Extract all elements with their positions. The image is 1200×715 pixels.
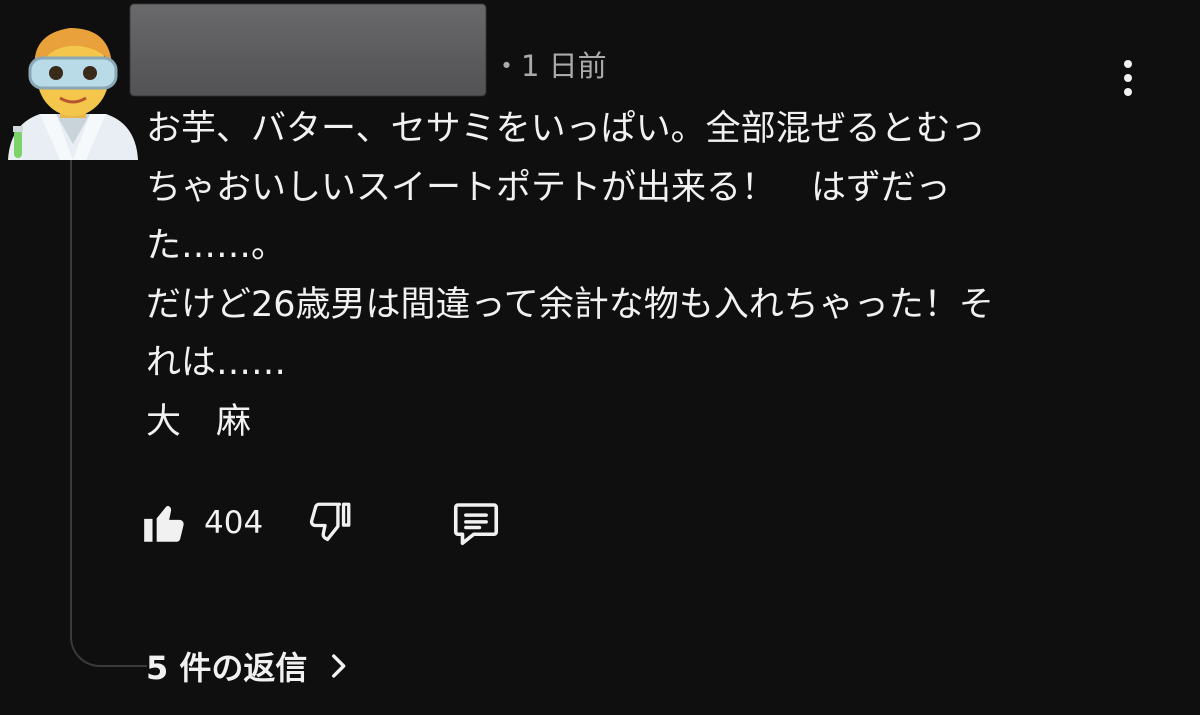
thumbs-up-icon xyxy=(144,505,184,542)
view-replies-button[interactable]: 5 件の返信 xyxy=(146,640,355,692)
comment-actions: 404 xyxy=(140,494,503,552)
avatar[interactable] xyxy=(0,14,146,160)
dislike-button[interactable] xyxy=(305,498,355,548)
more-vert-icon xyxy=(1124,60,1132,68)
like-button[interactable]: 404 xyxy=(140,498,263,548)
comment-icon xyxy=(454,503,499,546)
comment-text: お芋、バター、セサミをいっぱい。全部混ぜるとむっ ちゃおいしいスイートポテトが出… xyxy=(146,100,1146,451)
reply-button[interactable] xyxy=(449,496,503,550)
more-options-button[interactable] xyxy=(1110,56,1146,100)
scientist-avatar-icon xyxy=(8,28,138,160)
comment-line: だけど26歳男は間違って余計な物も入れちゃった！そ xyxy=(146,284,994,325)
thumbs-down-icon xyxy=(310,502,351,542)
thread-connector-line xyxy=(70,160,147,667)
comment-line: た……。 xyxy=(146,226,287,266)
author-name-redacted xyxy=(130,4,486,96)
comment-line: れは…… xyxy=(146,343,287,383)
comment-timestamp: ・1 日前 xyxy=(492,49,607,83)
comment-line: 大 麻 xyxy=(146,401,252,442)
comment-line: ちゃおいしいスイートポテトが出来る！ はずだっ xyxy=(146,167,951,208)
replies-label: 5 件の返信 xyxy=(146,649,308,687)
like-count: 404 xyxy=(204,505,264,541)
chevron-right-icon xyxy=(332,654,346,678)
comment-line: お芋、バター、セサミをいっぱい。全部混ぜるとむっ xyxy=(146,109,986,149)
